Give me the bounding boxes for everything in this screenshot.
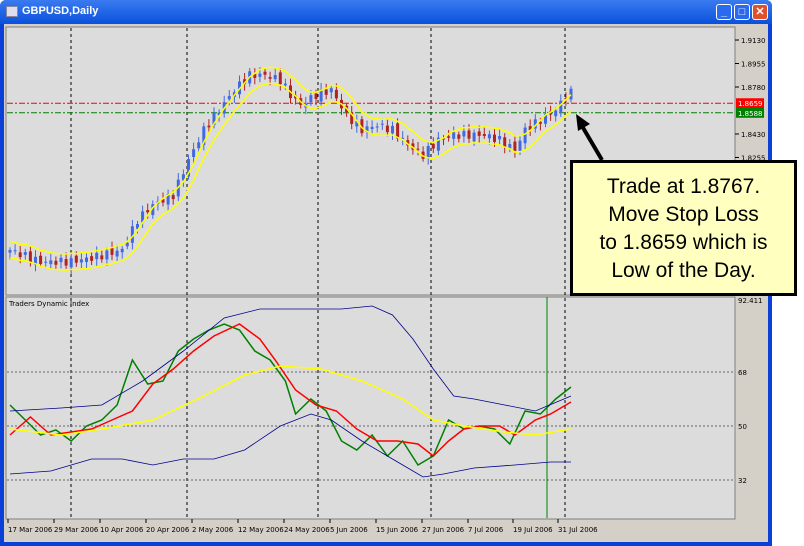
candle-body (467, 130, 471, 139)
date-tick-label: 27 Jun 2006 (422, 526, 465, 534)
candle-body (447, 136, 451, 138)
candle-body (110, 247, 114, 255)
candle-body (518, 140, 522, 151)
date-tick-label: 17 Mar 2006 (8, 526, 53, 534)
candle-body (171, 195, 175, 200)
bid-line-label: 1.8659 (738, 100, 763, 108)
candle-body (192, 149, 196, 157)
date-tick-label: 7 Jul 2006 (468, 526, 504, 534)
candle-body (39, 255, 43, 264)
candle-body (431, 143, 435, 149)
candle-body (54, 260, 58, 265)
candle-body (197, 142, 201, 149)
candle-body (416, 148, 420, 150)
annotation-callout: Trade at 1.8767. Move Stop Loss to 1.865… (570, 160, 797, 296)
candle-body (309, 95, 313, 103)
candle-body (457, 134, 461, 139)
callout-line: Move Stop Loss (608, 203, 759, 226)
price-tick-label: 1.8955 (741, 61, 766, 69)
candle-body (100, 255, 104, 260)
candle-body (69, 258, 73, 268)
candle-body (324, 89, 328, 95)
candle-body (95, 252, 99, 260)
candle-body (28, 251, 32, 262)
candle-body (227, 96, 231, 100)
candle-body (146, 210, 150, 213)
candle-body (207, 125, 211, 128)
candle-body (334, 89, 338, 99)
candle-body (273, 75, 277, 80)
candle-body (380, 123, 384, 125)
candle-body (487, 134, 491, 139)
candle-body (263, 71, 267, 75)
candle-body (462, 131, 466, 137)
price-tick-label: 1.8780 (741, 84, 766, 92)
stop-loss-line-label: 1.8588 (738, 110, 763, 118)
candle-body (385, 125, 389, 133)
candle-body (90, 256, 94, 261)
indicator-level-label: 50 (738, 423, 747, 431)
candle-body (569, 88, 573, 100)
candle-body (44, 261, 48, 263)
candle-body (452, 132, 456, 139)
price-tick-label: 1.9130 (741, 37, 766, 45)
candle-body (85, 257, 88, 262)
candle-body (391, 125, 394, 134)
date-tick-label: 12 May 2006 (238, 526, 284, 534)
candle-body (64, 259, 68, 266)
candle-body (472, 132, 476, 142)
candle-body (258, 73, 262, 77)
candle-body (79, 259, 83, 263)
candle-body (523, 127, 527, 144)
price-tick-label: 1.8430 (741, 131, 766, 139)
date-tick-label: 19 Jul 2006 (513, 526, 553, 534)
candle-body (18, 252, 22, 258)
date-tick-label: 5 Jun 2006 (330, 526, 368, 534)
candle-body (498, 135, 502, 140)
callout-line: Trade at 1.8767. (606, 175, 761, 198)
candle-body (268, 77, 272, 79)
candle-body (426, 146, 430, 159)
date-tick-label: 2 May 2006 (192, 526, 234, 534)
candle-body (49, 260, 53, 265)
candle-body (482, 133, 486, 136)
candle-body (370, 126, 374, 129)
candle-body (59, 257, 63, 263)
candle-body (13, 250, 17, 252)
callout-line: Low of the Day. (611, 259, 756, 282)
candle-body (477, 131, 481, 136)
indicator-max-label: 92.411 (738, 297, 763, 305)
candle-body (23, 252, 27, 255)
candle-body (74, 255, 78, 263)
callout-line: to 1.8659 which is (599, 231, 768, 254)
candle-body (125, 242, 129, 247)
candle-body (283, 83, 287, 86)
candle-body (513, 141, 517, 152)
candle-body (105, 250, 109, 260)
candle-body (115, 250, 119, 257)
candle-body (314, 93, 318, 99)
candle-body (120, 248, 124, 253)
date-tick-label: 24 May 2006 (284, 526, 330, 534)
indicator-level-label: 68 (738, 369, 747, 377)
candle-body (375, 126, 379, 128)
indicator-level-label: 32 (738, 477, 747, 485)
candle-body (8, 249, 12, 253)
candle-body (329, 88, 333, 93)
indicator-name: Traders Dynamic Index (8, 300, 89, 308)
candle-body (503, 137, 507, 148)
indicator-panel (5, 296, 736, 520)
date-tick-label: 31 Jul 2006 (558, 526, 598, 534)
candle-body (554, 110, 558, 117)
date-tick-label: 15 Jun 2006 (376, 526, 419, 534)
date-tick-label: 10 Apr 2006 (100, 526, 144, 534)
date-tick-label: 20 Apr 2006 (146, 526, 190, 534)
candle-body (493, 134, 496, 142)
date-tick-label: 29 Mar 2006 (54, 526, 99, 534)
candle-body (278, 72, 282, 84)
